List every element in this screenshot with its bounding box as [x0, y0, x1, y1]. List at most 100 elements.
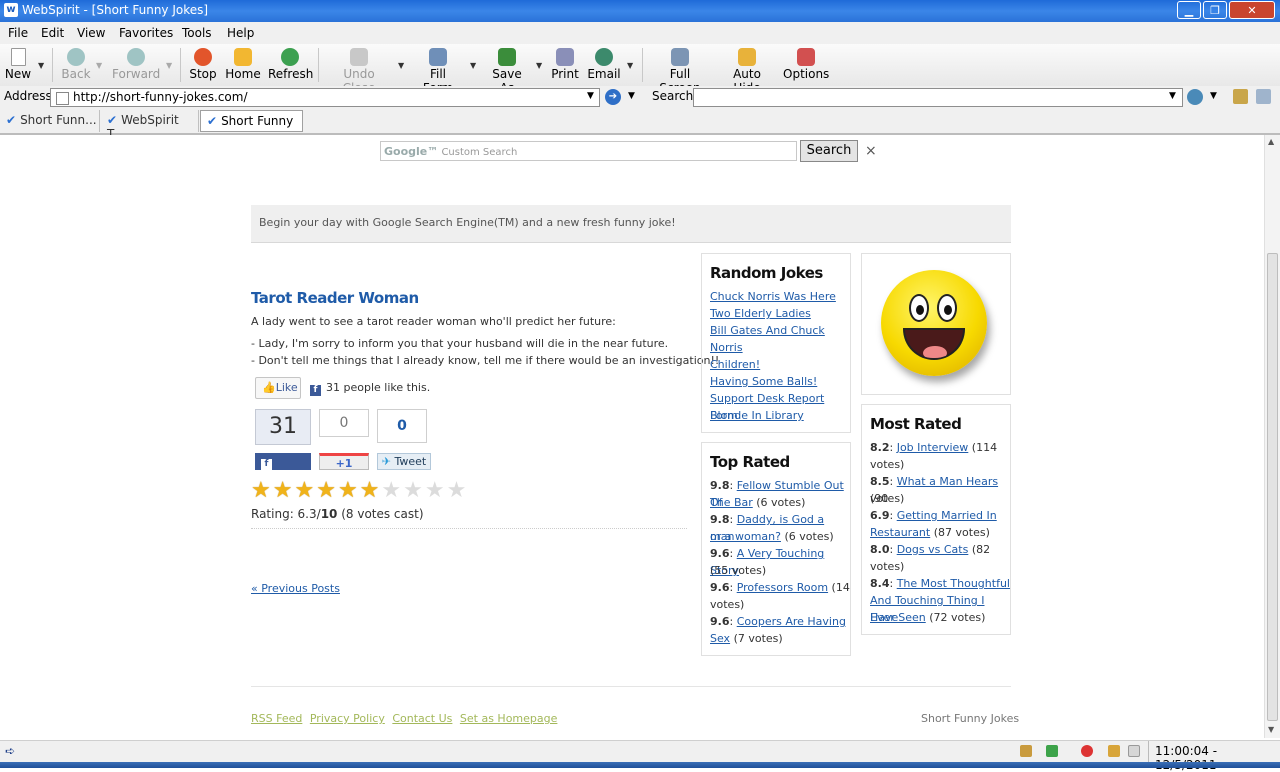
rss-feed-link[interactable]: RSS Feed	[251, 712, 302, 725]
search-input[interactable]	[693, 88, 1183, 107]
most-rated-link[interactable]: The Most Thoughtful	[897, 577, 1010, 590]
random-joke-link[interactable]: Children!	[710, 356, 760, 373]
print-label: Print	[551, 67, 579, 81]
search-engine-dropdown-icon[interactable]: ▼	[1210, 91, 1217, 101]
vote-count: (82	[968, 543, 991, 556]
go-dropdown-icon[interactable]: ▼	[628, 91, 635, 101]
most-rated-link[interactable]: Getting Married In	[897, 509, 997, 522]
rating-stars[interactable]: ★★★★★★★★★★	[251, 480, 468, 502]
search-engine-icon[interactable]	[1187, 89, 1203, 105]
google-search-button[interactable]: Search	[800, 140, 858, 162]
top-rated-title: Top Rated	[710, 453, 790, 471]
set-homepage-link[interactable]: Set as Homepage	[460, 712, 558, 725]
top-rated-link[interactable]: Sex	[710, 632, 730, 645]
forward-dropdown-icon[interactable]: ▼	[166, 61, 172, 70]
tweet-button[interactable]: ✈ Tweet	[377, 453, 431, 470]
menu-favorites[interactable]: Favorites	[119, 26, 173, 40]
rating-star[interactable]: ★	[425, 478, 447, 503]
menu-help[interactable]: Help	[227, 26, 254, 40]
address-dropdown-icon[interactable]: ▼	[587, 91, 594, 101]
random-joke-link[interactable]: Norris	[710, 339, 743, 356]
back-dropdown-icon[interactable]: ▼	[96, 61, 102, 70]
rating-star[interactable]: ★	[447, 478, 469, 503]
vote-count: (55 votes)	[710, 564, 767, 577]
random-joke-link[interactable]: Chuck Norris Was Here	[710, 288, 836, 305]
home-button[interactable]: Home	[225, 48, 261, 81]
tab-webspirit[interactable]: ✔ WebSpirit T...	[101, 110, 199, 141]
share-button[interactable]: fShare	[255, 453, 311, 483]
post-title[interactable]: Tarot Reader Woman	[251, 289, 419, 307]
find-icon[interactable]	[1256, 89, 1271, 104]
rating-star[interactable]: ★	[338, 478, 360, 503]
top-rated-link[interactable]: Professors Room	[737, 581, 828, 594]
privacy-policy-link[interactable]: Privacy Policy	[310, 712, 385, 725]
random-joke-link[interactable]: Two Elderly Ladies	[710, 305, 811, 322]
plus-one-button[interactable]: +1	[319, 453, 369, 470]
rating-star[interactable]: ★	[403, 478, 425, 503]
fill-form-dropdown-icon[interactable]: ▼	[470, 61, 476, 70]
close-button[interactable]: ✕	[1229, 1, 1275, 19]
most-rated-link[interactable]: Restaurant	[870, 526, 930, 539]
post-line-1: A lady went to see a tarot reader woman …	[251, 315, 616, 328]
close-search-icon[interactable]: ×	[865, 143, 877, 159]
forward-button[interactable]: Forward	[112, 48, 160, 81]
back-button[interactable]: Back	[58, 48, 94, 81]
top-rated-link[interactable]: Coopers Are Having	[737, 615, 846, 628]
contact-us-link[interactable]: Contact Us	[392, 712, 452, 725]
minimize-button[interactable]: ▁	[1177, 1, 1201, 19]
menu-tools[interactable]: Tools	[182, 26, 212, 40]
rating-star[interactable]: ★	[360, 478, 382, 503]
check-icon: ✔	[6, 113, 17, 127]
save-as-dropdown-icon[interactable]: ▼	[536, 61, 542, 70]
most-rated-line: Restaurant (87 votes)	[870, 524, 990, 541]
random-joke-link[interactable]: Blonde In Library	[710, 407, 804, 424]
status-separator	[1148, 741, 1149, 763]
email-dropdown-icon[interactable]: ▼	[627, 61, 633, 70]
popup-blocker-icon[interactable]	[1020, 745, 1032, 757]
like-button[interactable]: 👍Like	[255, 377, 301, 399]
check-status-icon[interactable]	[1046, 745, 1058, 757]
rating-star[interactable]: ★	[316, 478, 338, 503]
tab-short-funny-active[interactable]: ✔Short Funny ...	[200, 110, 303, 142]
page-status-icon[interactable]	[1128, 745, 1140, 757]
google-search-input[interactable]: Google™ Custom Search	[380, 141, 797, 161]
new-dropdown-icon[interactable]: ▼	[38, 61, 44, 70]
random-joke-link[interactable]: Having Some Balls!	[710, 373, 817, 390]
vertical-scrollbar[interactable]: ▲ ▼	[1264, 135, 1280, 738]
search-dropdown-icon[interactable]: ▼	[1169, 91, 1176, 101]
rating-star[interactable]: ★	[273, 478, 295, 503]
most-rated-link[interactable]: Ever Seen	[870, 611, 926, 624]
folder-icon[interactable]	[1108, 745, 1120, 757]
maximize-button[interactable]: ❐	[1203, 1, 1227, 19]
new-button[interactable]: New	[4, 48, 32, 81]
like-label: Like	[275, 381, 298, 394]
email-button[interactable]: Email	[587, 48, 621, 81]
top-rated-link[interactable]: The Bar	[710, 496, 753, 509]
stop-button[interactable]: Stop	[188, 48, 218, 81]
scroll-up-icon[interactable]: ▲	[1268, 137, 1274, 146]
menu-file[interactable]: File	[8, 26, 28, 40]
menu-edit[interactable]: Edit	[41, 26, 64, 40]
options-button[interactable]: Options	[783, 48, 829, 81]
most-rated-link[interactable]: Job Interview	[897, 441, 969, 454]
rating-star[interactable]: ★	[251, 478, 273, 503]
stop-status-icon[interactable]	[1081, 745, 1093, 757]
back-label: Back	[61, 67, 91, 81]
top-rated-link[interactable]: or a woman?	[710, 530, 781, 543]
refresh-button[interactable]: Refresh	[268, 48, 313, 81]
scroll-down-icon[interactable]: ▼	[1268, 725, 1274, 734]
rating-star[interactable]: ★	[381, 478, 403, 503]
print-button[interactable]: Print	[550, 48, 580, 81]
address-input[interactable]: http://short-funny-jokes.com/	[50, 88, 600, 107]
scroll-thumb[interactable]	[1267, 253, 1278, 721]
menu-view[interactable]: View	[77, 26, 105, 40]
rating-star[interactable]: ★	[294, 478, 316, 503]
previous-posts-link[interactable]: « Previous Posts	[251, 582, 340, 595]
random-joke-link[interactable]: Bill Gates And Chuck	[710, 322, 825, 339]
go-icon[interactable]: ➔	[605, 89, 621, 105]
highlight-icon[interactable]	[1233, 89, 1248, 104]
most-rated-link[interactable]: Dogs vs Cats	[897, 543, 969, 556]
most-rated-link[interactable]: What a Man Hears	[897, 475, 998, 488]
undo-close-dropdown-icon[interactable]: ▼	[398, 61, 404, 70]
tab-short-funny-1[interactable]: ✔ Short Funn...	[0, 110, 100, 132]
